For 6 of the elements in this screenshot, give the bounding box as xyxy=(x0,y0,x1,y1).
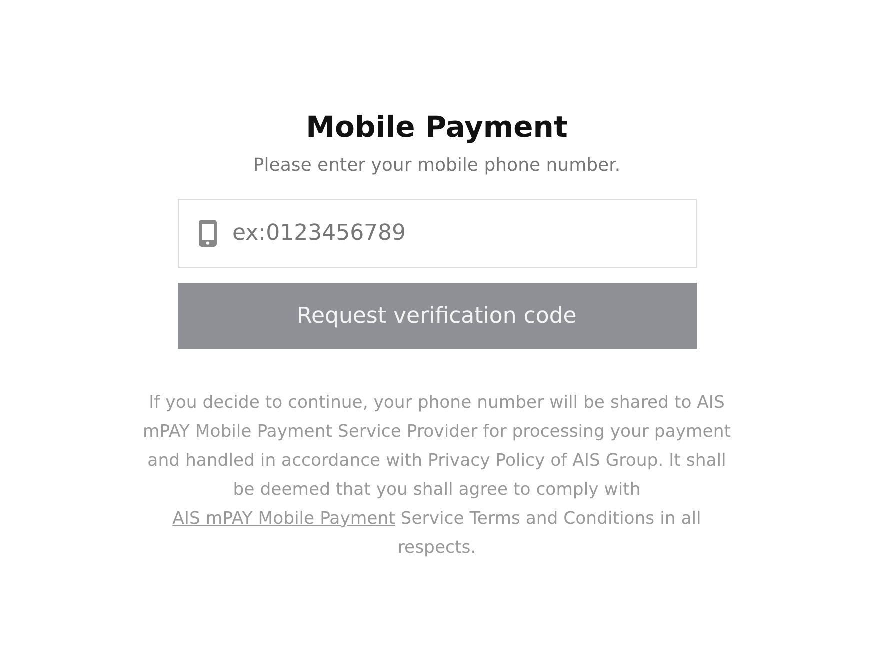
privacy-notice: If you decide to continue, your phone number will be shared to AIS mPAY Mobile Payment Service Provider for processing your payment and handled in accordance with Privacy Policy of AIS Group. It shall be deemed that you shall agree to comply with AIS mPAY Mobile Payment Service Terms and Conditions in all respects. xyxy=(142,392,732,560)
phone-input-field[interactable]: ex:0123456789 xyxy=(178,199,696,268)
mobile-phone-icon xyxy=(198,220,216,247)
terms-link[interactable]: AIS mPAY Mobile Payment xyxy=(172,509,396,529)
instruction-text: Please enter your mobile phone number. xyxy=(253,154,621,178)
page-title: Mobile Payment xyxy=(306,109,568,146)
